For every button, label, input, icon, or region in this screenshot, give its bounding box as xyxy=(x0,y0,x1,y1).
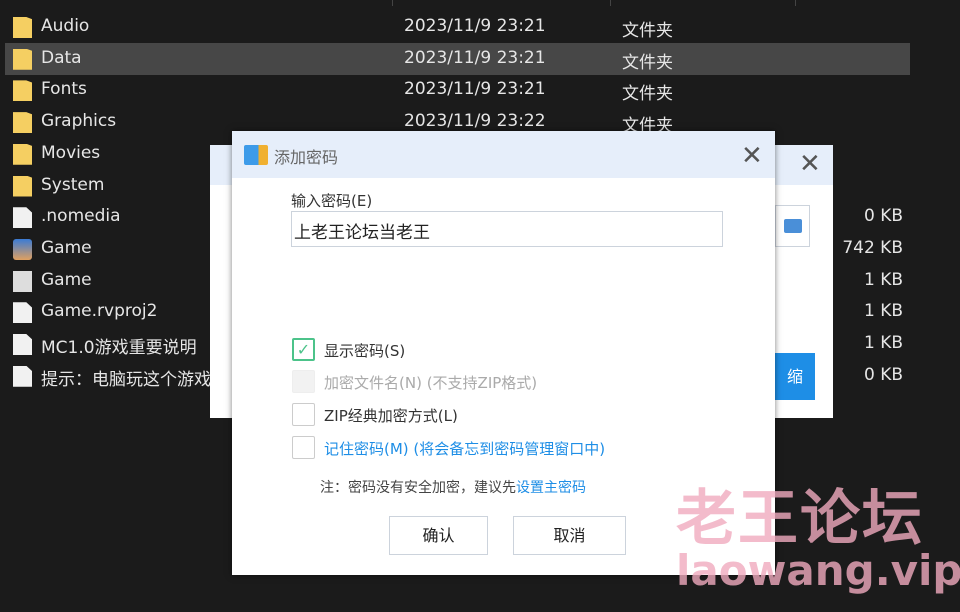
browse-folder-button[interactable] xyxy=(775,205,810,247)
folder-icon xyxy=(13,175,32,197)
file-row[interactable]: Data 2023/11/9 23:21 文件夹 xyxy=(5,42,910,75)
close-icon[interactable]: ✕ xyxy=(741,143,763,169)
file-date: 2023/11/9 23:22 xyxy=(404,111,546,132)
option-label[interactable]: 记住密码(M) (将会备忘到密码管理窗口中) xyxy=(324,438,605,459)
password-label: 输入密码(E) xyxy=(291,192,373,210)
file-type: 文件夹 xyxy=(622,21,673,41)
option-checkbox[interactable]: ✓ xyxy=(292,338,315,361)
column-divider xyxy=(610,0,611,6)
file-name: 提示：电脑玩这个游戏 xyxy=(41,369,211,390)
file-row[interactable]: Audio 2023/11/9 23:21 文件夹 xyxy=(5,11,910,43)
file-name: System xyxy=(41,174,105,195)
game-icon xyxy=(13,238,32,260)
file-name: MC1.0游戏重要说明 xyxy=(41,338,197,358)
column-divider xyxy=(392,0,393,6)
checkmark-icon: ✓ xyxy=(296,340,311,359)
file-size: 0 KB xyxy=(863,364,903,385)
security-note: 注：密码没有安全加密，建议先设置主密码 xyxy=(320,477,586,497)
file-size: 742 KB xyxy=(842,237,903,258)
file-size: 1 KB xyxy=(863,333,903,353)
option-label[interactable]: ZIP经典加密方式(L) xyxy=(324,405,458,426)
file-icon xyxy=(13,207,32,229)
title-bar: 添加密码 ✕ xyxy=(232,131,775,178)
file-date: 2023/11/9 23:21 xyxy=(404,47,546,68)
file-icon xyxy=(13,302,32,324)
folder-icon xyxy=(783,219,802,233)
file-name: Graphics xyxy=(41,111,117,132)
file-type: 文件夹 xyxy=(622,84,673,105)
file-date: 2023/11/9 23:21 xyxy=(404,79,546,100)
option-checkbox xyxy=(292,370,315,393)
option-checkbox[interactable] xyxy=(292,436,315,459)
config-file-icon xyxy=(13,270,32,292)
text-file-icon xyxy=(13,334,32,355)
set-master-password-link[interactable]: 设置主密码 xyxy=(516,480,586,496)
file-name: Movies xyxy=(41,142,101,163)
option-label[interactable]: 加密文件名(N) (不支持ZIP格式) xyxy=(324,372,537,393)
confirm-button[interactable]: 确认 xyxy=(389,516,488,555)
file-name: Game xyxy=(41,237,92,258)
watermark-url: laowang.vip xyxy=(676,546,960,595)
file-type: 文件夹 xyxy=(622,52,673,73)
folder-icon xyxy=(13,17,32,38)
file-size: 1 KB xyxy=(863,301,903,322)
file-name: Fonts xyxy=(41,79,87,100)
close-icon[interactable]: ✕ xyxy=(799,151,821,177)
folder-icon xyxy=(13,48,32,70)
folder-icon xyxy=(13,143,32,165)
option-label[interactable]: 显示密码(S) xyxy=(324,340,405,361)
file-row[interactable]: Fonts 2023/11/9 23:21 文件夹 xyxy=(5,74,910,106)
password-input[interactable]: 上老王论坛当老王 xyxy=(291,211,723,247)
compress-button[interactable]: 缩 xyxy=(775,353,815,400)
note-text: 注：密码没有安全加密，建议先 xyxy=(320,480,516,496)
file-size: 0 KB xyxy=(863,206,903,227)
column-divider xyxy=(795,0,796,6)
file-date: 2023/11/9 23:21 xyxy=(404,16,546,36)
file-name: Game xyxy=(41,269,92,290)
option-checkbox[interactable] xyxy=(292,403,315,426)
folder-icon xyxy=(13,80,32,102)
file-name: Data xyxy=(41,47,82,68)
file-name: .nomedia xyxy=(41,206,121,227)
file-name: Audio xyxy=(41,16,90,36)
archive-app-icon xyxy=(244,145,268,165)
watermark-text: 老王论坛 xyxy=(676,484,924,554)
folder-icon xyxy=(13,112,32,134)
file-icon xyxy=(13,365,32,387)
file-size: 1 KB xyxy=(863,269,903,290)
file-name: Game.rvproj2 xyxy=(41,301,158,322)
cancel-button[interactable]: 取消 xyxy=(513,516,626,555)
dialog-title: 添加密码 xyxy=(274,148,339,167)
